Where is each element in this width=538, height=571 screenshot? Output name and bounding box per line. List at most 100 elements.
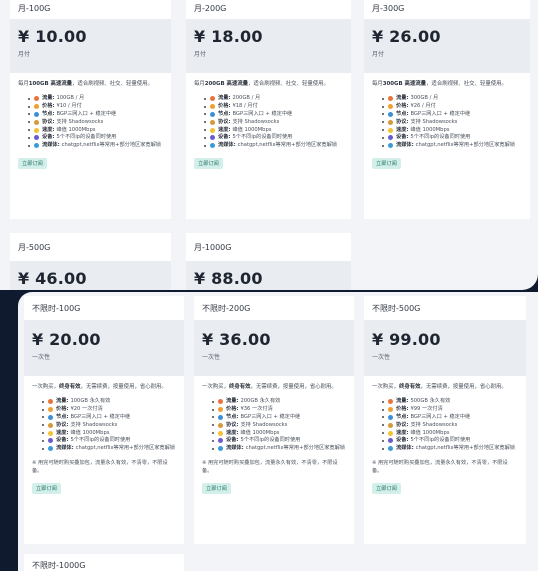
subscribe-button[interactable]: 立即订阅 xyxy=(18,157,47,169)
bullet-icon xyxy=(204,97,206,100)
feature-value: BGP三网入口 + 稳定中继 xyxy=(232,110,293,117)
subscribe-button[interactable]: 立即订阅 xyxy=(32,483,61,495)
feature-item: 价格: ¥10 / 月付 xyxy=(28,103,163,111)
bullet-icon xyxy=(42,408,44,411)
feature-item: 设备: 5个不同ip的设备同时使用 xyxy=(212,437,346,445)
feature-list: 流量: 500GB 永久有效 价格: ¥99 一次付清 节点: BGP三网入口 + 稳定中… xyxy=(364,391,526,453)
feature-label: 价格: xyxy=(396,103,409,110)
feature-value: ¥18 / 月付 xyxy=(232,103,258,110)
bullet-icon xyxy=(42,447,44,450)
plan-title: 月-1000G xyxy=(194,242,232,252)
plan-price: ¥ 36.00 xyxy=(202,330,271,349)
plan-description: 每月100GB 高速流量，适合刷视频、社交、轻量使用。 xyxy=(18,81,153,87)
feature-label: 协议: xyxy=(396,118,409,125)
bullet-icon xyxy=(42,439,44,442)
feature-label: 流量: xyxy=(218,95,231,102)
traffic-icon xyxy=(218,399,223,405)
feature-value: 支持 Shadowsocks xyxy=(56,118,104,125)
plan-price: ¥ 46.00 xyxy=(18,269,87,288)
feature-item: 节点: BGP三网入口 + 稳定中继 xyxy=(382,414,518,422)
plan-card-monthly-300g: 月-300G ¥ 26.00 月付 每月300GB 高速流量，适合刷视频、社交、… xyxy=(364,0,530,219)
bullet-icon xyxy=(204,121,206,124)
bullet-icon xyxy=(212,432,214,435)
feature-list: 流量: 300GB / 月价格: ¥26 / 月付 节点: BGP三网入口 + 稳定中继… xyxy=(364,88,530,150)
price-icon xyxy=(388,104,393,110)
plan-title: 月-500G xyxy=(18,242,51,252)
feature-item: 设备: 5个不同ip的设备同时使用 xyxy=(382,437,518,445)
price-band: ¥ 46.00 xyxy=(10,261,171,290)
bullet-icon xyxy=(382,129,384,132)
bullet-icon xyxy=(382,136,384,139)
feature-label: 流媒体: xyxy=(56,445,74,452)
feature-value: ¥26 / 月付 xyxy=(410,103,436,110)
feature-item: 价格: ¥20 一次付清 xyxy=(42,406,176,414)
price-icon xyxy=(218,407,223,413)
feature-item: 流媒体: chatgpt,netflix等常用+部分地区家宽解锁 xyxy=(212,445,346,453)
feature-value: 300GB / 月 xyxy=(410,95,439,102)
speed-icon xyxy=(34,127,39,133)
price-icon xyxy=(388,407,393,413)
feature-label: 设备: xyxy=(56,437,69,444)
feature-value: 100GB 永久有效 xyxy=(70,398,111,405)
speed-icon xyxy=(218,430,223,436)
subscribe-button[interactable]: 立即订阅 xyxy=(194,157,223,169)
feature-label: 节点: xyxy=(396,413,409,420)
feature-label: 流媒体: xyxy=(218,142,236,149)
bullet-icon xyxy=(382,400,384,403)
plan-note: ※ 用完可随时购买叠加包，流量永久有效，不清零，不限设备。 xyxy=(372,459,508,475)
feature-value: 5个不同ip的设备同时使用 xyxy=(232,134,293,141)
plan-title: 不限时-500G xyxy=(372,303,421,313)
plan-price: ¥ 88.00 xyxy=(194,269,263,288)
plan-price: ¥ 20.00 xyxy=(32,330,101,349)
streaming-icon xyxy=(388,143,393,149)
feature-label: 协议: xyxy=(226,421,239,428)
monthly-plans-panel: 月-100G ¥ 10.00 月付 每月100GB 高速流量，适合刷视频、社交、… xyxy=(0,0,538,290)
bullet-icon xyxy=(42,400,44,403)
protocol-icon xyxy=(218,422,223,428)
bullet-icon xyxy=(382,432,384,435)
speed-icon xyxy=(210,127,215,133)
feature-value: 支持 Shadowsocks xyxy=(410,421,458,428)
subscribe-button[interactable]: 立即订阅 xyxy=(372,157,401,169)
speed-icon xyxy=(388,127,393,133)
feature-label: 设备: xyxy=(42,134,55,141)
traffic-icon xyxy=(388,96,393,102)
plan-period: 一次性 xyxy=(32,354,51,361)
feature-list: 流量: 200GB 永久有效 价格: ¥36 一次付清 节点: BGP三网入口 + 稳定中… xyxy=(194,391,354,453)
feature-value: chatgpt,netflix等常用+部分地区家宽解锁 xyxy=(415,142,515,149)
feature-item: 流媒体: chatgpt,netflix等常用+部分地区家宽解锁 xyxy=(28,142,163,150)
feature-value: 500GB 永久有效 xyxy=(410,398,451,405)
price-band: ¥ 26.00 月付 xyxy=(364,19,530,73)
feature-item: 节点: BGP三网入口 + 稳定中继 xyxy=(42,414,176,422)
bullet-icon xyxy=(382,113,384,116)
bullet-icon xyxy=(204,129,206,132)
feature-list: 流量: 100GB 永久有效 价格: ¥20 一次付清 节点: BGP三网入口 + 稳定中… xyxy=(24,391,184,453)
device-icon xyxy=(210,135,215,141)
device-icon xyxy=(48,438,53,444)
feature-item: 流媒体: chatgpt,netflix等常用+部分地区家宽解锁 xyxy=(204,142,343,150)
feature-label: 节点: xyxy=(218,110,231,117)
feature-item: 流量: 200GB 永久有效 xyxy=(212,398,346,406)
feature-label: 流媒体: xyxy=(396,142,414,149)
feature-label: 协议: xyxy=(396,421,409,428)
bullet-icon xyxy=(382,144,384,147)
plan-period: 一次性 xyxy=(372,354,391,361)
feature-label: 设备: xyxy=(396,134,409,141)
feature-item: 节点: BGP三网入口 + 稳定中继 xyxy=(28,111,163,119)
feature-label: 流量: xyxy=(396,95,409,102)
device-icon xyxy=(218,438,223,444)
node-icon xyxy=(210,111,215,117)
feature-value: BGP三网入口 + 稳定中继 xyxy=(70,413,131,420)
feature-item: 协议: 支持 Shadowsocks xyxy=(204,119,343,127)
feature-label: 价格: xyxy=(218,103,231,110)
plan-description: 一次购买，终身有效，无需续费，按量使用，省心耐用。 xyxy=(32,384,167,390)
feature-label: 流量: xyxy=(56,398,69,405)
feature-list: 流量: 100GB / 月价格: ¥10 / 月付 节点: BGP三网入口 + 稳定中继… xyxy=(10,88,171,150)
feature-item: 设备: 5个不同ip的设备同时使用 xyxy=(42,437,176,445)
price-band: ¥ 20.00 一次性 xyxy=(24,320,184,376)
subscribe-button[interactable]: 立即订阅 xyxy=(202,483,231,495)
plan-card-lifetime-500g: 不限时-500G ¥ 99.00 一次性 一次购买，终身有效，无需续费，按量使用… xyxy=(364,296,526,544)
subscribe-button[interactable]: 立即订阅 xyxy=(372,483,401,495)
feature-value: 100GB / 月 xyxy=(56,95,85,102)
feature-item: 设备: 5个不同ip的设备同时使用 xyxy=(28,134,163,142)
